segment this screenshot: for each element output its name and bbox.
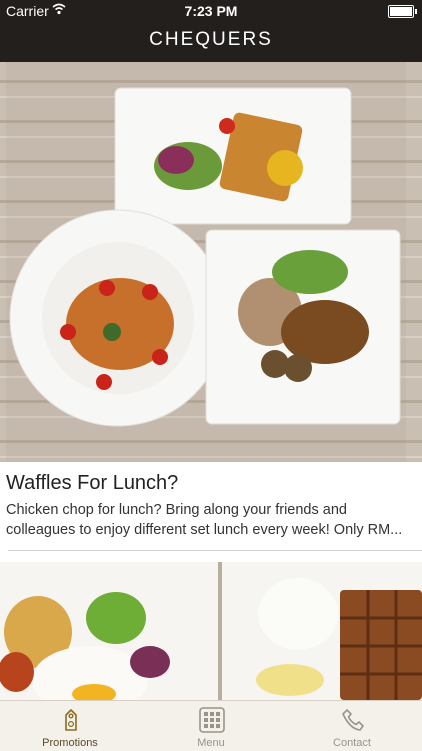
tab-contact[interactable]: Contact: [282, 701, 422, 751]
promotion-image-2[interactable]: [0, 562, 422, 700]
tab-contact-label: Contact: [333, 737, 371, 749]
promotion-title[interactable]: Waffles For Lunch?: [6, 472, 178, 495]
app-header: Carrier 7:23 PM CHEQUERS: [0, 0, 422, 62]
tab-menu[interactable]: Menu: [141, 701, 281, 751]
promotion-image[interactable]: [0, 62, 422, 462]
card-divider: [8, 550, 422, 551]
promotion-description: Chicken chop for lunch? Bring along your…: [6, 502, 403, 538]
tab-promotions[interactable]: Promotions: [0, 701, 140, 751]
brand-logo: CHEQUERS: [149, 29, 273, 50]
tab-bar: Promotions Menu Contact: [0, 700, 422, 751]
phone-icon: [342, 709, 364, 731]
tab-menu-label: Menu: [197, 737, 225, 749]
grid-icon: [199, 707, 225, 733]
tab-promotions-label: Promotions: [42, 737, 98, 749]
status-bar: Carrier 7:23 PM: [0, 0, 422, 22]
battery-icon: [388, 5, 417, 18]
food-photo-2: [0, 562, 422, 700]
clock: 7:23 PM: [184, 3, 238, 19]
tag-icon: [65, 709, 77, 731]
food-photo: [0, 62, 422, 462]
